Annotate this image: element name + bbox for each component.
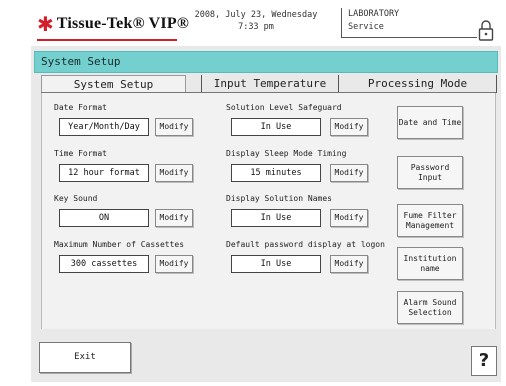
default-password-display-modify-button[interactable]: Modify — [330, 255, 368, 273]
alarm-sound-selection-button[interactable]: Alarm Sound Selection — [397, 291, 463, 324]
default-password-display-value: In Use — [231, 255, 321, 273]
key-sound-label: Key Sound — [54, 194, 98, 203]
max-cassettes-value: 300 cassettes — [59, 255, 149, 273]
key-sound-value: ON — [59, 209, 149, 227]
vip-screen: ✱ Tissue-Tek® VIP® 2008, July 23, Wednes… — [31, 6, 501, 382]
time-format-label: Time Format — [54, 149, 107, 158]
max-cassettes-label: Maximum Number of Cassettes — [54, 240, 185, 249]
password-input-button[interactable]: Password Input — [397, 156, 463, 189]
sleep-mode-timing-modify-button[interactable]: Modify — [330, 164, 368, 182]
solution-names-modify-button[interactable]: Modify — [330, 209, 368, 227]
solution-level-safeguard-value: In Use — [231, 118, 321, 136]
institution-name-button[interactable]: Institution name — [397, 247, 463, 280]
date-format-value: Year/Month/Day — [59, 118, 149, 136]
sleep-mode-timing-label: Display Sleep Mode Timing — [226, 149, 347, 158]
help-button[interactable]: ? — [471, 346, 497, 376]
brand-logo: ✱ Tissue-Tek® VIP® — [37, 14, 189, 34]
user-status: LABORATORY Service — [341, 8, 461, 38]
brand-name: Tissue-Tek® VIP® — [56, 15, 189, 32]
page-title: System Setup — [34, 51, 498, 73]
time-format-value: 12 hour format — [59, 164, 149, 182]
date-time-display: 2008, July 23, Wednesday 7:33 pm — [181, 9, 331, 33]
solution-level-safeguard-label: Solution Level Safeguard — [226, 103, 342, 112]
exit-button[interactable]: Exit — [39, 342, 131, 373]
tab-bar: System Setup Input Temperature Processin… — [41, 75, 496, 107]
solution-names-value: In Use — [231, 209, 321, 227]
tab-input-temperature[interactable]: Input Temperature — [201, 75, 338, 93]
brand-star-icon: ✱ — [37, 12, 54, 36]
time-format-modify-button[interactable]: Modify — [155, 164, 193, 182]
mode-text: Service — [348, 22, 384, 32]
date-text: 2008, July 23, Wednesday — [194, 10, 318, 20]
solution-names-label: Display Solution Names — [226, 194, 332, 203]
max-cassettes-modify-button[interactable]: Modify — [155, 255, 193, 273]
date-and-time-button[interactable]: Date and Time — [397, 106, 463, 139]
tab-end-divider — [496, 75, 497, 93]
location-text: LABORATORY — [348, 9, 400, 19]
brand-underline — [37, 39, 177, 41]
settings-panel: Date Format Year/Month/Day Modify Time F… — [41, 93, 496, 329]
default-password-display-label: Default password display at logon — [226, 240, 385, 249]
tab-processing-mode-selection[interactable]: Processing Mode Selection — [338, 75, 496, 107]
fume-filter-management-button[interactable]: Fume Filter Management — [397, 204, 463, 237]
lock-icon[interactable] — [478, 20, 494, 42]
date-format-modify-button[interactable]: Modify — [155, 118, 193, 136]
sleep-mode-timing-value: 15 minutes — [231, 164, 321, 182]
solution-level-safeguard-modify-button[interactable]: Modify — [330, 118, 368, 136]
status-divider — [461, 37, 477, 38]
date-format-label: Date Format — [54, 103, 107, 112]
time-text: 7:33 pm — [238, 22, 274, 32]
key-sound-modify-button[interactable]: Modify — [155, 209, 193, 227]
app-header: ✱ Tissue-Tek® VIP® 2008, July 23, Wednes… — [31, 6, 501, 46]
tab-system-setup[interactable]: System Setup — [41, 75, 186, 93]
